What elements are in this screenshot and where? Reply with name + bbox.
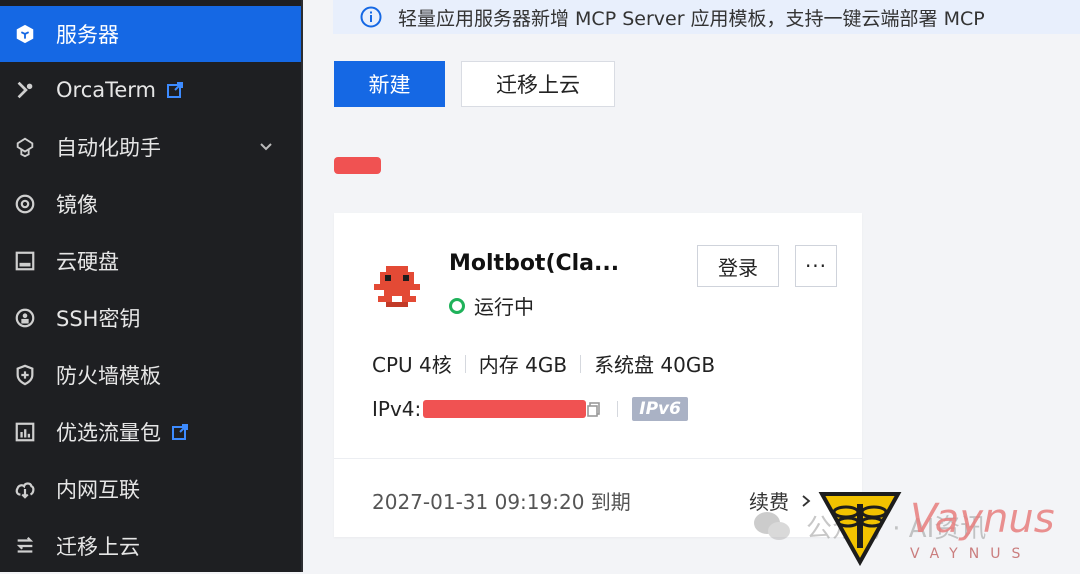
ip-row: IPv4: IPv6 (372, 397, 688, 421)
redacted-region-title (334, 157, 381, 174)
migrate-button[interactable]: 迁移上云 (461, 61, 615, 107)
sidebar-item-label: 服务器 (56, 23, 119, 47)
sidebar-item-label: OrcaTerm (56, 78, 157, 102)
sidebar-item-label: 镜像 (56, 193, 98, 217)
copy-icon[interactable] (586, 401, 602, 417)
spec-disk: 系统盘 40GB (594, 353, 716, 377)
status-dot-icon (449, 297, 465, 314)
sidebar: 服务器 OrcaTerm 自动化助手 镜像 云硬盘 SSH密钥 防火墙模板 优选… (0, 0, 301, 572)
login-button[interactable]: 登录 (697, 245, 779, 287)
info-icon (360, 6, 382, 28)
instance-specs: CPU 4核 内存 4GB 系统盘 40GB (372, 349, 715, 378)
image-icon (12, 191, 38, 217)
sidebar-item-label: 优选流量包 (56, 421, 161, 445)
ip-divider (617, 401, 619, 417)
terminal-icon (12, 77, 38, 103)
sidebar-item-label: SSH密钥 (56, 307, 141, 331)
watermark-brand-sub: VAYNUS (910, 546, 1032, 562)
traffic-icon (12, 419, 38, 445)
sidebar-item-ssh-key[interactable]: SSH密钥 (0, 290, 301, 346)
disk-icon (12, 248, 38, 274)
more-actions-button[interactable]: ··· (795, 245, 837, 287)
ssh-key-icon (12, 305, 38, 331)
instance-name[interactable]: Moltbot(Cla... (449, 251, 619, 276)
notice-text: 轻量应用服务器新增 MCP Server 应用模板，支持一键云端部署 MCP (398, 7, 985, 30)
sidebar-item-label: 防火墙模板 (56, 364, 161, 388)
automation-icon (12, 134, 38, 160)
server-icon (12, 21, 38, 47)
spec-divider (464, 354, 466, 373)
migrate-icon (12, 533, 38, 559)
chevron-right-icon (802, 494, 811, 507)
spec-divider (580, 354, 582, 373)
sidebar-item-label: 云硬盘 (56, 250, 119, 274)
new-instance-button[interactable]: 新建 (334, 61, 445, 107)
ipv4-label: IPv4: (372, 397, 422, 421)
instance-status: 运行中 (449, 291, 534, 320)
sidebar-item-traffic[interactable]: 优选流量包 (0, 404, 301, 460)
spec-memory: 内存 4GB (478, 353, 568, 377)
spec-cpu: CPU 4核 (372, 353, 452, 377)
external-link-icon (166, 81, 184, 99)
card-divider (334, 458, 862, 459)
sidebar-item-orcaterm[interactable]: OrcaTerm (0, 62, 301, 118)
sidebar-item-server[interactable]: 服务器 (0, 6, 301, 62)
expire-time: 2027-01-31 09:19:20 到期 (372, 490, 631, 514)
external-link-icon (171, 423, 189, 441)
sidebar-item-automation[interactable]: 自动化助手 (0, 119, 301, 175)
sidebar-item-image[interactable]: 镜像 (0, 176, 301, 232)
sidebar-item-disk[interactable]: 云硬盘 (0, 233, 301, 289)
sidebar-item-label: 迁移上云 (56, 535, 140, 559)
sidebar-item-migrate[interactable]: 迁移上云 (0, 518, 301, 574)
chevron-down-icon[interactable] (257, 137, 275, 155)
sidebar-item-label: 内网互联 (56, 478, 140, 502)
sidebar-item-network[interactable]: 内网互联 (0, 461, 301, 517)
status-text: 运行中 (474, 295, 534, 319)
redacted-ip-address (423, 400, 587, 418)
sidebar-item-firewall[interactable]: 防火墙模板 (0, 347, 301, 403)
network-icon (12, 476, 38, 502)
sidebar-item-label: 自动化助手 (56, 136, 161, 160)
ipv6-badge: IPv6 (632, 397, 688, 421)
sidebar-divider (301, 0, 303, 572)
dragonfly-logo-icon (818, 492, 902, 566)
instance-app-icon (374, 266, 420, 307)
watermark-brand: Vaynus (910, 496, 1055, 542)
notice-banner[interactable]: 轻量应用服务器新增 MCP Server 应用模板，支持一键云端部署 MCP (333, 0, 1080, 34)
shield-icon (12, 362, 38, 388)
wechat-icon (754, 512, 790, 540)
